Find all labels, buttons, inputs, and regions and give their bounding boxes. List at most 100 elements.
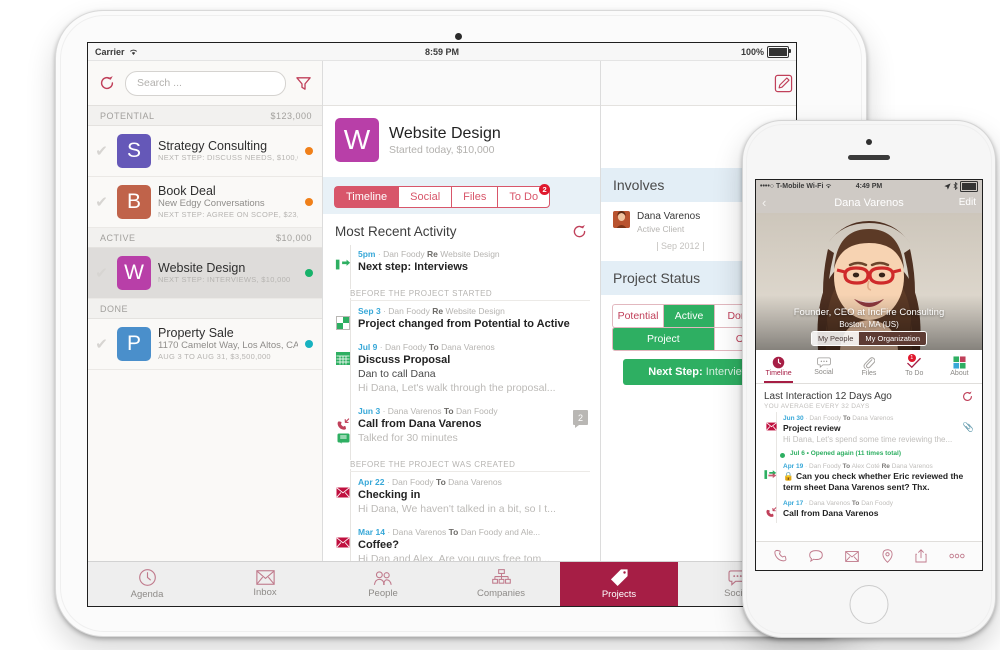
- event-date: Jun 30: [783, 415, 804, 422]
- checkmark-icon[interactable]: ✔: [93, 266, 110, 281]
- timeline-item[interactable]: Apr 19 · Dan Foody To Alex Coté Re Dana …: [764, 460, 982, 497]
- tab-label: Timeline: [765, 370, 792, 377]
- tab-todo[interactable]: 1 To Do: [892, 350, 937, 383]
- timeline-item-body: Apr 22 · Dan Foody To Dana Varenos Check…: [358, 476, 590, 516]
- project-header-text: Website Design Started today, $10,000: [389, 124, 501, 157]
- tab-companies[interactable]: Companies: [442, 562, 560, 606]
- event-rel-label: To: [843, 415, 851, 422]
- section-label: ACTIVE: [100, 232, 136, 243]
- iphone-home-button[interactable]: [849, 585, 889, 624]
- checkmark-icon[interactable]: ✔: [93, 195, 110, 210]
- tab-label: Inbox: [253, 587, 277, 598]
- status-time: 8:59 PM: [424, 46, 459, 57]
- refresh-icon[interactable]: [98, 74, 116, 92]
- last-interaction-subtitle: YOU AVERAGE EVERY 32 DAYS: [764, 403, 870, 410]
- segment-my-people[interactable]: My People: [811, 332, 860, 345]
- envelope-icon: [335, 476, 351, 516]
- opened-again-note: Jul 6 • Opened again (11 times total): [764, 449, 982, 460]
- paperclip-icon: [863, 357, 875, 369]
- project-row-strategy-consulting[interactable]: ✔ S Strategy Consulting NEXT STEP: DISCU…: [88, 126, 322, 177]
- status-active[interactable]: Active: [664, 305, 715, 327]
- edit-button[interactable]: Edit: [959, 197, 976, 208]
- event-rel-label: To: [842, 463, 851, 470]
- timeline-item-body: Apr 19 · Dan Foody To Alex Coté Re Dana …: [783, 462, 974, 493]
- event-rel: Dan Foody: [861, 500, 893, 507]
- refresh-icon[interactable]: [961, 390, 974, 403]
- tag-icon: [610, 569, 628, 587]
- tab-timeline[interactable]: Timeline: [756, 350, 801, 383]
- iphone-speaker: [848, 155, 890, 160]
- timeline-item[interactable]: Jul 9 · Dan Foody To Dana Varenos Discus…: [335, 338, 600, 402]
- status-potential[interactable]: Potential: [613, 305, 664, 327]
- share-icon[interactable]: [915, 549, 927, 563]
- project-row-book-deal[interactable]: ✔ B Book Deal New Edgy Conversations NEX…: [88, 177, 322, 228]
- project-avatar: S: [117, 134, 151, 168]
- checkmark-icon[interactable]: ✔: [93, 144, 110, 159]
- location-icon: [944, 182, 951, 190]
- project-row-website-design[interactable]: ✔ W Website Design NEXT STEP: INTERVIEWS…: [88, 248, 322, 299]
- tab-agenda[interactable]: Agenda: [88, 562, 206, 606]
- location-pin-icon[interactable]: [882, 549, 893, 563]
- tab-people[interactable]: People: [324, 562, 442, 606]
- segment-my-organization[interactable]: My Organization: [859, 332, 927, 345]
- person-text: Dana Varenos Active Client: [637, 211, 700, 235]
- more-icon[interactable]: [949, 553, 965, 559]
- tab-timeline[interactable]: Timeline: [335, 187, 400, 207]
- timeline-item-title: Checking in: [358, 489, 421, 501]
- person-name: Dana Varenos: [637, 211, 701, 222]
- timeline-item-meta: Apr 17 · Dana Varenos To Dan Foody: [783, 500, 893, 507]
- timeline-item-title: Call from Dana Varenos: [783, 508, 879, 518]
- event-rel: Website Design: [440, 249, 500, 259]
- envelope-icon[interactable]: [845, 550, 860, 562]
- project-row-property-sale[interactable]: ✔ P Property Sale 1170 Camelot Way, Los …: [88, 319, 322, 370]
- search-input[interactable]: Search ...: [125, 70, 286, 96]
- iphone-timeline: Jun 30 · Dan Foody To Dana Varenos Proje…: [756, 412, 982, 523]
- status-project[interactable]: Project: [613, 328, 715, 350]
- phone-incoming-icon: [335, 405, 351, 445]
- refresh-icon[interactable]: [571, 223, 588, 240]
- timeline-item[interactable]: Apr 22 · Dan Foody To Dana Varenos Check…: [335, 473, 600, 523]
- tab-files[interactable]: Files: [452, 187, 499, 207]
- detail-tab-bar: Timeline Social Files To Do 2: [334, 184, 551, 208]
- clock-icon: [772, 356, 785, 369]
- event-rel: Dana Varenos: [441, 342, 495, 352]
- event-who: Dan Foody: [809, 463, 841, 470]
- todo-badge: 2: [539, 184, 551, 195]
- event-rel: Website Design: [445, 306, 505, 316]
- tab-social[interactable]: Social: [399, 187, 453, 207]
- project-meta: NEXT STEP: AGREE ON SCOPE, $23,000: [158, 210, 298, 219]
- chat-icon[interactable]: [809, 550, 823, 562]
- tick-label: Sep 2012: [661, 241, 700, 251]
- timeline-item[interactable]: Jun 30 · Dan Foody To Dana Varenos Proje…: [764, 412, 982, 449]
- compose-icon[interactable]: [774, 74, 793, 93]
- status-dot: [305, 340, 313, 348]
- checkmark-icon[interactable]: ✔: [93, 337, 110, 352]
- phone-icon[interactable]: [773, 549, 787, 563]
- tab-todo[interactable]: To Do 2: [498, 184, 551, 207]
- timeline-item-meta: Apr 19 · Dan Foody To Alex Coté Re Dana …: [783, 463, 933, 470]
- timeline-item[interactable]: 5pm · Dan Foody Re Website Design Next s…: [335, 245, 600, 281]
- hero-segmented-control: My People My Organization: [810, 331, 928, 346]
- timeline-item[interactable]: Apr 17 · Dana Varenos To Dan Foody Call …: [764, 497, 982, 523]
- iphone-tab-bar: Timeline Social Files 1 To Do About: [756, 350, 982, 384]
- filter-icon[interactable]: [295, 75, 312, 92]
- iphone-camera-icon: [866, 139, 872, 145]
- tab-label: Agenda: [130, 589, 164, 600]
- event-who: Dana Varenos: [387, 406, 442, 416]
- tab-files[interactable]: Files: [846, 350, 891, 383]
- tab-inbox[interactable]: Inbox: [206, 562, 324, 606]
- event-rel: Dan Foody and Ale...: [460, 527, 541, 537]
- timeline-item-meta: Jun 30 · Dan Foody To Dana Varenos: [783, 415, 894, 422]
- tab-label: People: [368, 587, 398, 599]
- timeline-item[interactable]: Jun 3 · Dana Varenos To Dan Foody Call f…: [335, 402, 600, 452]
- tab-social[interactable]: Social: [801, 350, 846, 383]
- event-rel-label: To: [443, 406, 454, 416]
- event-date: Apr 19: [783, 463, 804, 470]
- event-date: 5pm: [358, 249, 376, 259]
- tab-label: Projects: [601, 589, 637, 600]
- tab-about[interactable]: About: [937, 350, 982, 383]
- timeline-item[interactable]: Sep 3 · Dan Foody Re Website Design Proj…: [335, 302, 600, 338]
- tab-projects[interactable]: Projects: [560, 562, 678, 606]
- tab-label: About: [950, 370, 969, 377]
- tab-todo-label: To Do: [509, 191, 539, 203]
